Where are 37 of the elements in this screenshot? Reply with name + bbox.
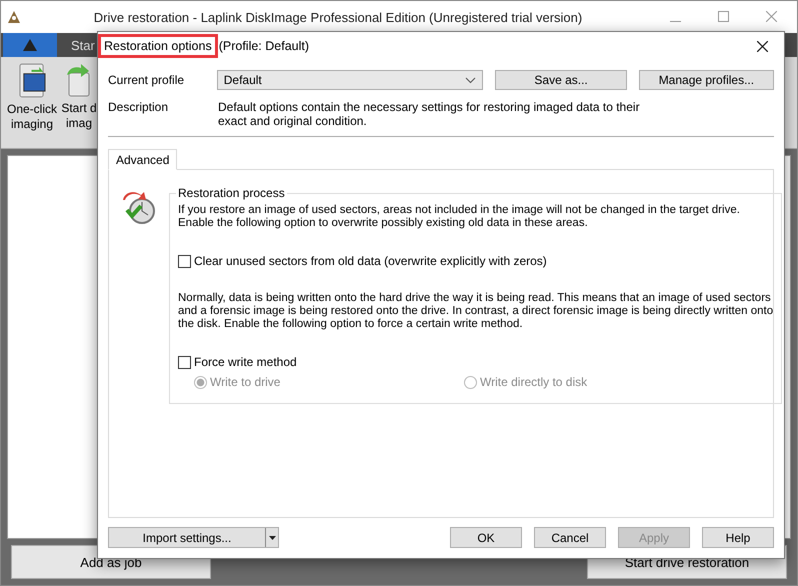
radio-label: Write to drive xyxy=(210,375,280,389)
app-menu-tab[interactable] xyxy=(3,33,57,57)
window-title: Drive restoration - Laplink DiskImage Professional Edition (Unregistered trial version) xyxy=(92,10,584,24)
computer-icon xyxy=(18,63,46,98)
import-settings-button[interactable]: Import settings... xyxy=(108,527,279,548)
field-label: Current profile xyxy=(108,73,186,87)
checkbox-label: Force write method xyxy=(194,355,297,369)
info-text: Normally, data is being written onto the hard drive the way it is being read. This means that an image of used sectors and a forensic image is being restored onto the drive. In contrast, a direct forensic image is being directly written onto the disk. Enable the following option to force a certain write method. xyxy=(178,292,774,331)
info-text: If you restore an image of used sectors, areas not included in the image will not be changed in the target drive. Enable the following option to overwrite possibly existing old data in these areas. xyxy=(178,204,741,230)
computer-icon xyxy=(67,63,91,97)
manage-profiles-button[interactable]: Manage profiles... xyxy=(638,70,774,90)
dialog-subtitle: (Profile: Default) xyxy=(218,39,310,53)
dialog-button[interactable]: Cancel xyxy=(534,527,606,548)
toolbar-label[interactable]: One-click imaging xyxy=(6,102,57,132)
profile-dropdown[interactable]: Default xyxy=(216,70,484,90)
maximize-icon[interactable] xyxy=(718,11,728,22)
ribbon-tab[interactable]: Star xyxy=(71,33,95,57)
close-icon[interactable] xyxy=(757,41,768,52)
tab[interactable]: Advanced xyxy=(108,149,178,170)
caret-icon xyxy=(465,76,476,84)
app-logo-icon xyxy=(7,10,21,24)
checkbox[interactable] xyxy=(178,254,191,268)
clock-restore-icon xyxy=(121,190,157,226)
dialog-button[interactable]: Help xyxy=(702,527,774,548)
save-as-button[interactable]: Save as... xyxy=(495,70,627,90)
dialog-title: Restoration options xyxy=(98,34,218,58)
import-settings-button[interactable]: Import settings... xyxy=(109,528,266,547)
group-title: Restoration process xyxy=(177,186,286,200)
description-text: Default options contain the necessary settings for restoring imaged data to their exact and original condition. xyxy=(218,100,640,128)
checkbox[interactable] xyxy=(178,356,191,368)
radio-label: Write directly to disk xyxy=(480,375,588,389)
app-logo-icon xyxy=(23,39,37,51)
dialog-button[interactable]: OK xyxy=(450,527,522,548)
field-label: Description xyxy=(108,100,170,116)
checkbox-label: Clear unused sectors from old data (overwrite explicitly with zeros) xyxy=(194,254,547,268)
toolbar-label[interactable]: Start d imag xyxy=(61,101,97,131)
minimize-icon[interactable] xyxy=(670,21,680,22)
